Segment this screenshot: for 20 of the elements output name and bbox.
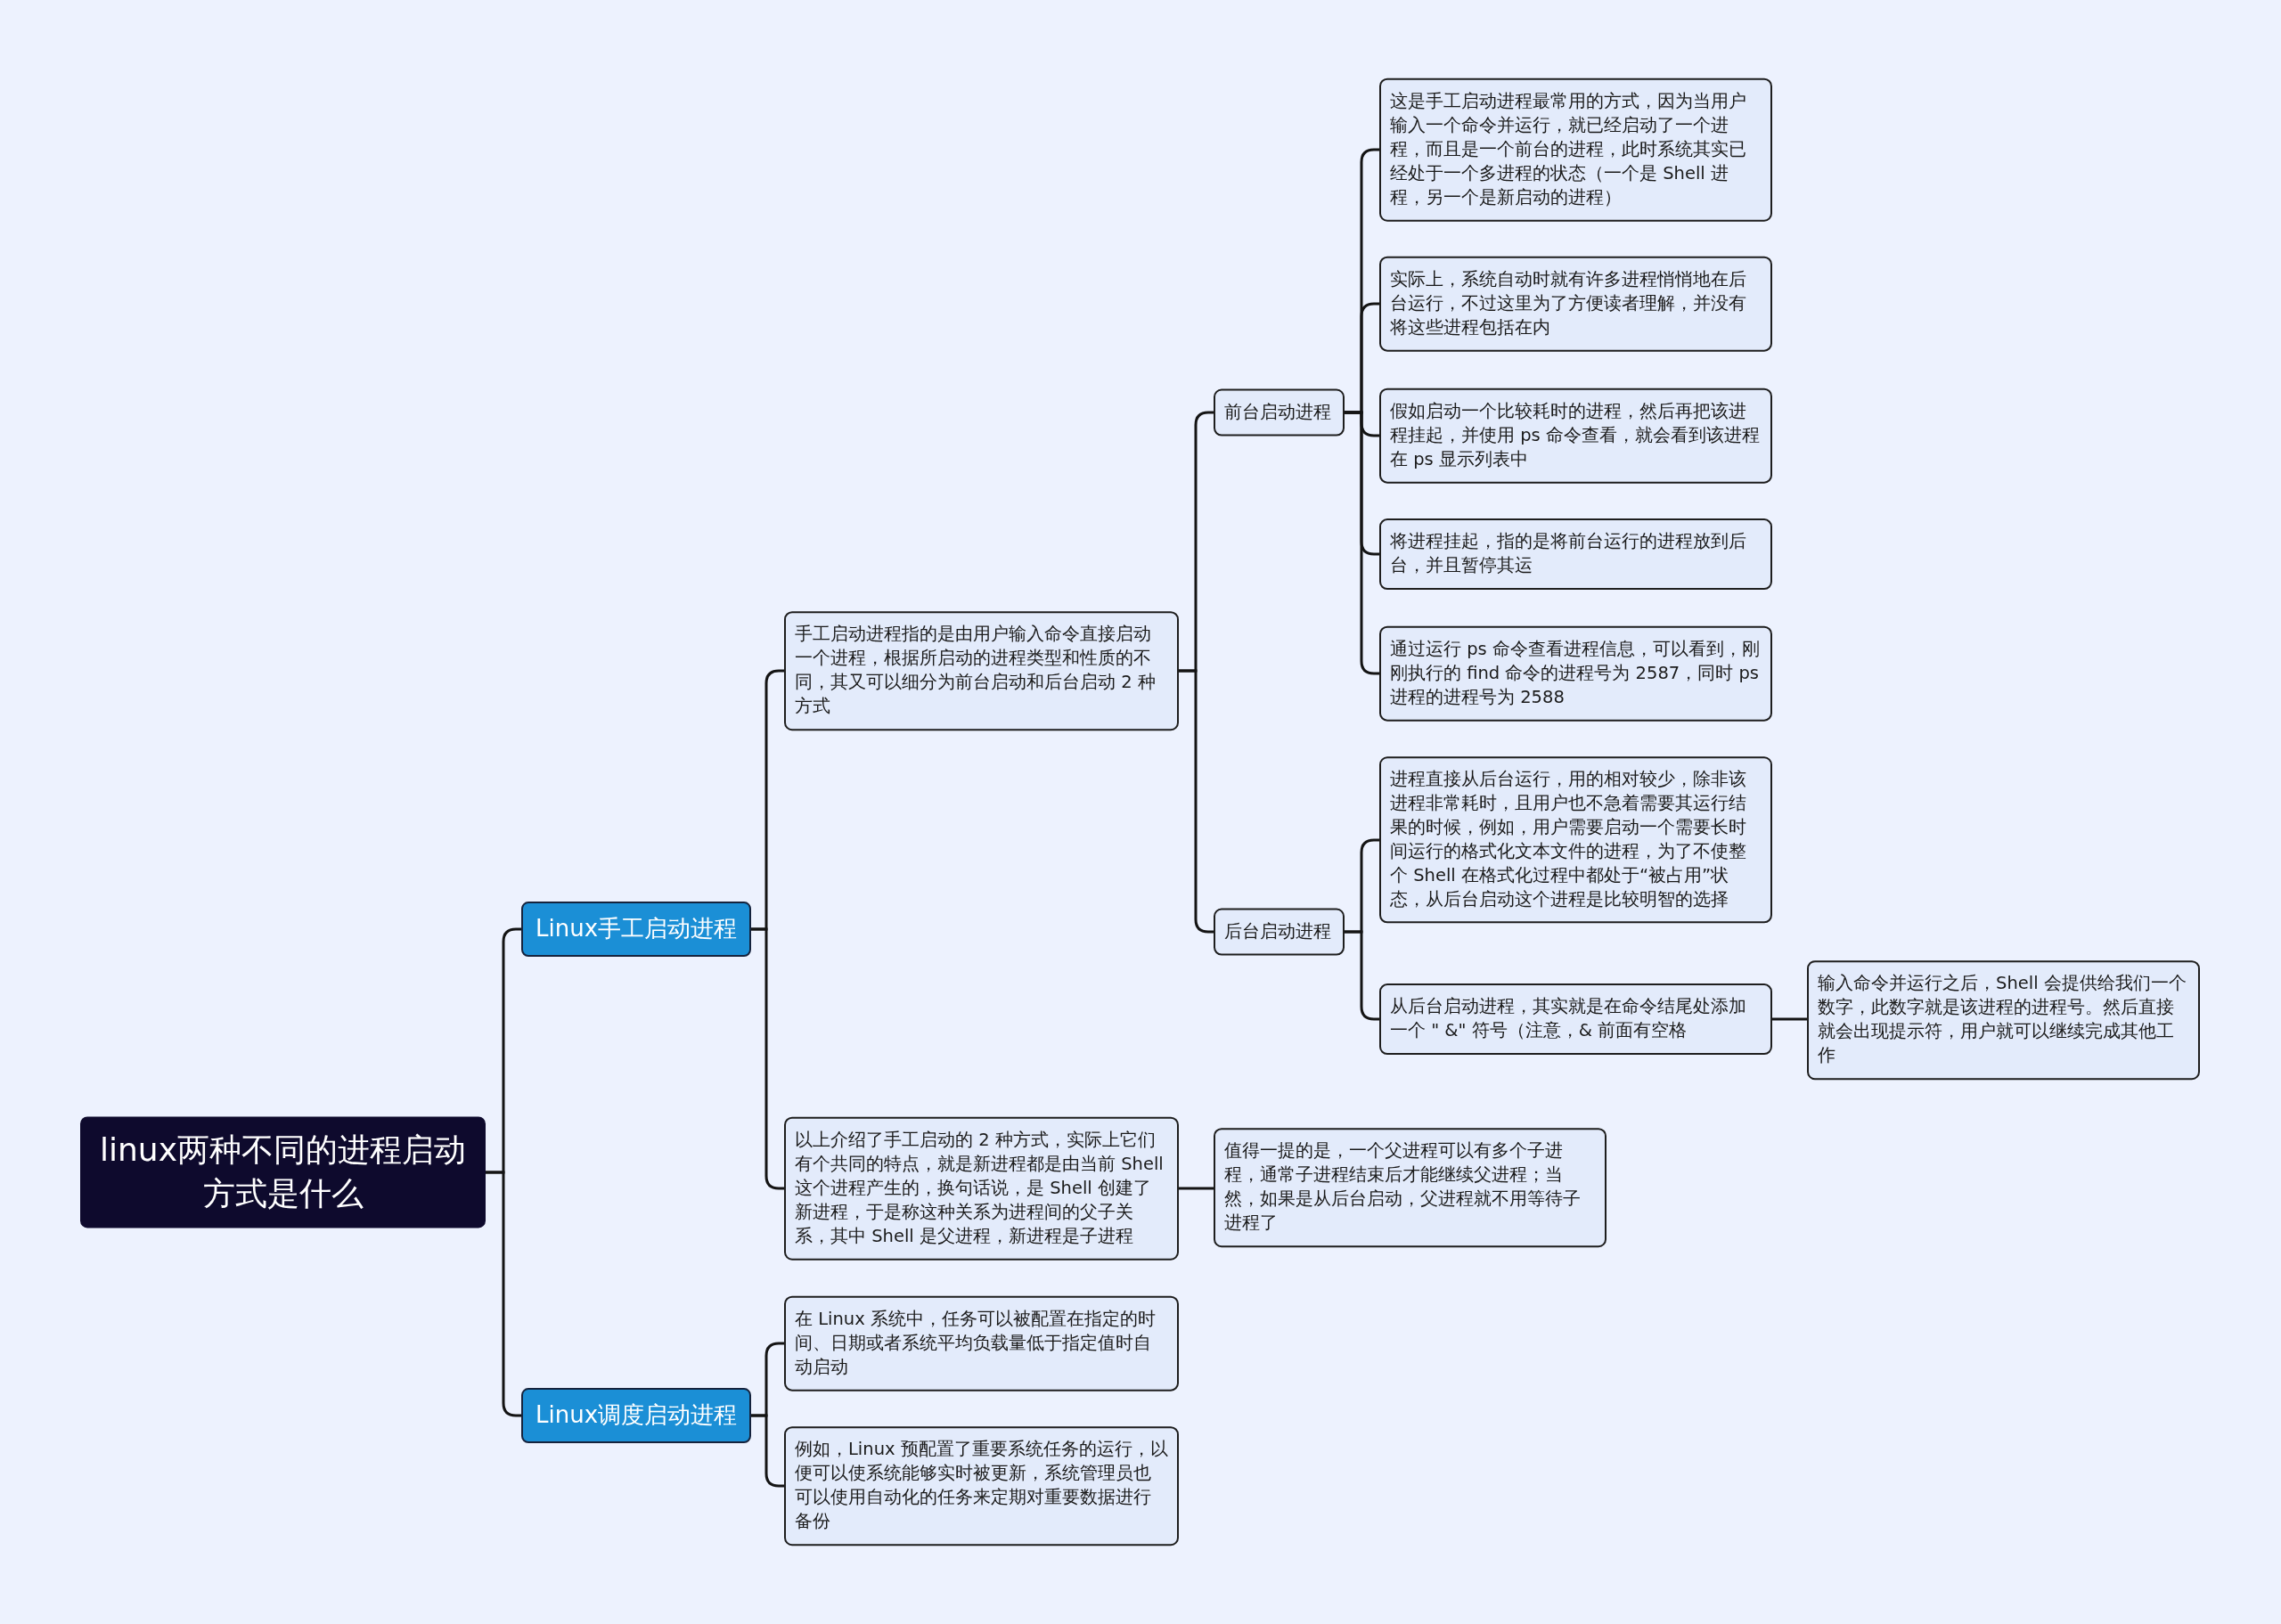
subtopic: 这是手工启动进程最常用的方式，因为当用户输入一个命令并运行，就已经启动了一个进程，而且是一个前台的进程，此时系统其实已经处于一个多进程的状态（一个是 Shell 进程，另一个是新启动的进程） bbox=[1379, 78, 1772, 222]
main-topic: Linux手工启动进程 bbox=[521, 902, 751, 957]
subtopic: 进程直接从后台运行，用的相对较少，除非该进程非常耗时，且用户也不急着需要其运行结果的时候，例如，用户需要启动一个需要长时间运行的格式化文本文件的进程，为了不使整个 Shell 在格式化过程中都处于“被占用”状态，从后台启动这个进程是比较明智的选择 bbox=[1379, 756, 1772, 924]
connector-line bbox=[1179, 1187, 1214, 1190]
subtopic: 从后台启动进程，其实就是在命令结尾处添加一个 " &" 符号（注意，& 前面有空格 bbox=[1379, 983, 1772, 1055]
connector-line bbox=[1772, 1017, 1807, 1021]
subtopic: 以上介绍了手工启动的 2 种方式，实际上它们有个共同的特点，就是新进程都是由当前 Shell 这个进程产生的，换句话说，是 Shell 创建了新进程，于是称这种关系为进程间的父子关系，其中 Shell 是父进程，新进程是子进程 bbox=[784, 1116, 1179, 1261]
subtopic: 将进程挂起，指的是将前台运行的进程放到后台，并且暂停其运 bbox=[1379, 518, 1772, 590]
subtopic: 假如启动一个比较耗时的进程，然后再把该进程挂起，并使用 ps 命令查看，就会看到该进程在 ps 显示列表中 bbox=[1379, 388, 1772, 484]
subtopic: 通过运行 ps 命令查看进程信息，可以看到，刚刚执行的 find 命令的进程号为 2587，同时 ps 进程的进程号为 2588 bbox=[1379, 625, 1772, 722]
subtopic: 实际上，系统自动时就有许多进程悄悄地在后台运行，不过这里为了方便读者理解，并没有将这些进程包括在内 bbox=[1379, 256, 1772, 352]
main-topic: Linux调度启动进程 bbox=[521, 1388, 751, 1443]
subtopic: 例如，Linux 预配置了重要系统任务的运行，以便可以使系统能够实时被更新，系统管理员也可以使用自动化的任务来定期对重要数据进行备份 bbox=[784, 1426, 1179, 1546]
subtopic: 输入命令并运行之后，Shell 会提供给我们一个数字，此数字就是该进程的进程号。然后直接就会出现提示符，用户就可以继续完成其他工作 bbox=[1807, 960, 2200, 1080]
subtopic: 在 Linux 系统中，任务可以被配置在指定的时间、日期或者系统平均负载量低于指定值时自动启动 bbox=[784, 1295, 1179, 1391]
subtopic: 后台启动进程 bbox=[1214, 908, 1345, 956]
subtopic: 值得一提的是，一个父进程可以有多个子进程，通常子进程结束后才能继续父进程；当然，如果是从后台启动，父进程就不用等待子进程了 bbox=[1214, 1128, 1607, 1247]
subtopic: 手工启动进程指的是由用户输入命令直接启动一个进程，根据所启动的进程类型和性质的不同，其又可以细分为前台启动和后台启动 2 种方式 bbox=[784, 611, 1179, 730]
central-topic: linux两种不同的进程启动方式是什么 bbox=[80, 1116, 486, 1228]
subtopic: 前台启动进程 bbox=[1214, 388, 1345, 437]
